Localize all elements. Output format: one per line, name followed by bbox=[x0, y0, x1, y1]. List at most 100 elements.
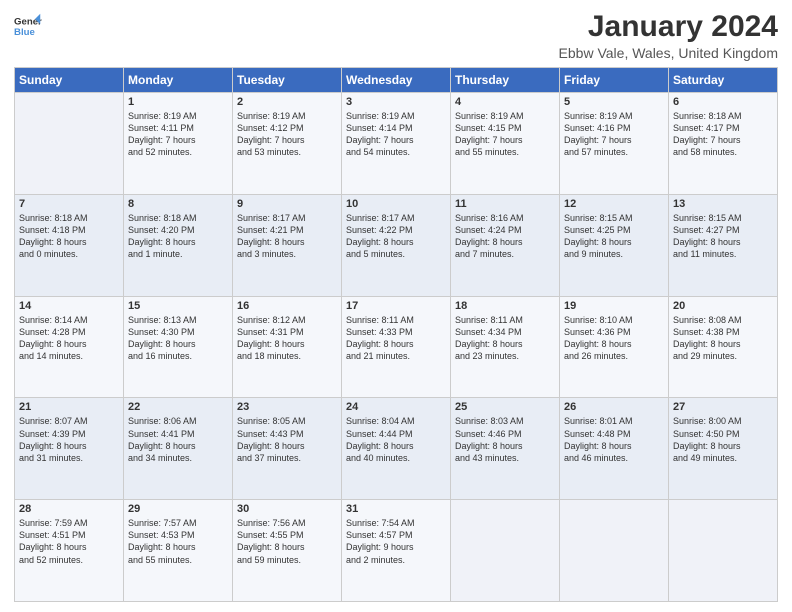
day-number: 29 bbox=[128, 503, 228, 515]
calendar-cell: 18 Sunrise: 8:11 AM Sunset: 4:34 PM Dayli… bbox=[451, 296, 560, 398]
cell-details: Sunrise: 8:08 AM Sunset: 4:38 PM Dayligh… bbox=[673, 314, 773, 363]
cell-details: Sunrise: 8:18 AM Sunset: 4:17 PM Dayligh… bbox=[673, 110, 773, 159]
cell-details: Sunrise: 8:15 AM Sunset: 4:25 PM Dayligh… bbox=[564, 212, 664, 261]
cell-details: Sunrise: 8:12 AM Sunset: 4:31 PM Dayligh… bbox=[237, 314, 337, 363]
cell-details: Sunrise: 8:15 AM Sunset: 4:27 PM Dayligh… bbox=[673, 212, 773, 261]
cell-details: Sunrise: 8:18 AM Sunset: 4:20 PM Dayligh… bbox=[128, 212, 228, 261]
calendar-week-row: 14Sunrise: 8:14 AM Sunset: 4:28 PM Dayli… bbox=[15, 296, 778, 398]
calendar-cell: 19Sunrise: 8:10 AM Sunset: 4:36 PM Dayli… bbox=[560, 296, 669, 398]
title-block: January 2024 Ebbw Vale, Wales, United Ki… bbox=[559, 10, 778, 61]
day-number: 12 bbox=[564, 198, 664, 210]
cell-details: Sunrise: 8:06 AM Sunset: 4:41 PM Dayligh… bbox=[128, 415, 228, 464]
cell-details: Sunrise: 7:56 AM Sunset: 4:55 PM Dayligh… bbox=[237, 517, 337, 566]
cell-details: Sunrise: 8:17 AM Sunset: 4:22 PM Dayligh… bbox=[346, 212, 446, 261]
day-number: 23 bbox=[237, 401, 337, 413]
calendar-cell: 26Sunrise: 8:01 AM Sunset: 4:48 PM Dayli… bbox=[560, 398, 669, 500]
calendar-day-header: Sunday bbox=[15, 68, 124, 93]
logo: General Blue bbox=[14, 10, 42, 40]
cell-details: Sunrise: 7:57 AM Sunset: 4:53 PM Dayligh… bbox=[128, 517, 228, 566]
calendar-cell bbox=[451, 500, 560, 602]
calendar-cell: 28 Sunrise: 7:59 AM Sunset: 4:51 PM Dayli… bbox=[15, 500, 124, 602]
cell-details: Sunrise: 8:19 AM Sunset: 4:15 PM Dayligh… bbox=[455, 110, 555, 159]
calendar-cell: 7 Sunrise: 8:18 AM Sunset: 4:18 PM Daylig… bbox=[15, 194, 124, 296]
day-number: 21 bbox=[19, 401, 119, 413]
calendar-header-row: SundayMondayTuesdayWednesdayThursdayFrid… bbox=[15, 68, 778, 93]
day-number: 4 bbox=[455, 96, 555, 108]
day-number: 5 bbox=[564, 96, 664, 108]
calendar-cell: 25 Sunrise: 8:03 AM Sunset: 4:46 PM Dayli… bbox=[451, 398, 560, 500]
calendar-week-row: 28 Sunrise: 7:59 AM Sunset: 4:51 PM Dayli… bbox=[15, 500, 778, 602]
day-number: 6 bbox=[673, 96, 773, 108]
cell-details: Sunrise: 7:59 AM Sunset: 4:51 PM Dayligh… bbox=[19, 517, 119, 566]
calendar-week-row: 21Sunrise: 8:07 AM Sunset: 4:39 PM Dayli… bbox=[15, 398, 778, 500]
cell-details: Sunrise: 8:16 AM Sunset: 4:24 PM Dayligh… bbox=[455, 212, 555, 261]
cell-details: Sunrise: 8:03 AM Sunset: 4:46 PM Dayligh… bbox=[455, 415, 555, 464]
day-number: 1 bbox=[128, 96, 228, 108]
cell-details: Sunrise: 8:18 AM Sunset: 4:18 PM Dayligh… bbox=[19, 212, 119, 261]
calendar-cell: 2 Sunrise: 8:19 AM Sunset: 4:12 PM Daylig… bbox=[233, 93, 342, 195]
calendar-cell: 4 Sunrise: 8:19 AM Sunset: 4:15 PM Daylig… bbox=[451, 93, 560, 195]
calendar-cell: 15Sunrise: 8:13 AM Sunset: 4:30 PM Dayli… bbox=[124, 296, 233, 398]
day-number: 9 bbox=[237, 198, 337, 210]
calendar-cell: 31 Sunrise: 7:54 AM Sunset: 4:57 PM Dayli… bbox=[342, 500, 451, 602]
main-title: January 2024 bbox=[559, 10, 778, 43]
cell-details: Sunrise: 8:19 AM Sunset: 4:12 PM Dayligh… bbox=[237, 110, 337, 159]
cell-details: Sunrise: 8:05 AM Sunset: 4:43 PM Dayligh… bbox=[237, 415, 337, 464]
calendar-cell: 10 Sunrise: 8:17 AM Sunset: 4:22 PM Dayli… bbox=[342, 194, 451, 296]
calendar-cell: 23 Sunrise: 8:05 AM Sunset: 4:43 PM Dayli… bbox=[233, 398, 342, 500]
calendar-day-header: Wednesday bbox=[342, 68, 451, 93]
calendar-week-row: 1 Sunrise: 8:19 AM Sunset: 4:11 PM Daylig… bbox=[15, 93, 778, 195]
subtitle: Ebbw Vale, Wales, United Kingdom bbox=[559, 45, 778, 61]
day-number: 16 bbox=[237, 300, 337, 312]
cell-details: Sunrise: 8:17 AM Sunset: 4:21 PM Dayligh… bbox=[237, 212, 337, 261]
day-number: 10 bbox=[346, 198, 446, 210]
day-number: 25 bbox=[455, 401, 555, 413]
svg-text:Blue: Blue bbox=[14, 27, 35, 38]
calendar-cell: 21Sunrise: 8:07 AM Sunset: 4:39 PM Dayli… bbox=[15, 398, 124, 500]
calendar-cell: 5Sunrise: 8:19 AM Sunset: 4:16 PM Daylig… bbox=[560, 93, 669, 195]
calendar-cell: 8Sunrise: 8:18 AM Sunset: 4:20 PM Daylig… bbox=[124, 194, 233, 296]
cell-details: Sunrise: 8:11 AM Sunset: 4:34 PM Dayligh… bbox=[455, 314, 555, 363]
day-number: 11 bbox=[455, 198, 555, 210]
calendar: SundayMondayTuesdayWednesdayThursdayFrid… bbox=[14, 67, 778, 602]
calendar-cell bbox=[669, 500, 778, 602]
calendar-cell: 29 Sunrise: 7:57 AM Sunset: 4:53 PM Dayli… bbox=[124, 500, 233, 602]
day-number: 27 bbox=[673, 401, 773, 413]
day-number: 31 bbox=[346, 503, 446, 515]
calendar-day-header: Tuesday bbox=[233, 68, 342, 93]
day-number: 19 bbox=[564, 300, 664, 312]
calendar-cell: 24 Sunrise: 8:04 AM Sunset: 4:44 PM Dayli… bbox=[342, 398, 451, 500]
day-number: 18 bbox=[455, 300, 555, 312]
day-number: 24 bbox=[346, 401, 446, 413]
calendar-day-header: Saturday bbox=[669, 68, 778, 93]
cell-details: Sunrise: 8:19 AM Sunset: 4:11 PM Dayligh… bbox=[128, 110, 228, 159]
day-number: 13 bbox=[673, 198, 773, 210]
day-number: 22 bbox=[128, 401, 228, 413]
cell-details: Sunrise: 8:00 AM Sunset: 4:50 PM Dayligh… bbox=[673, 415, 773, 464]
calendar-cell: 1 Sunrise: 8:19 AM Sunset: 4:11 PM Daylig… bbox=[124, 93, 233, 195]
cell-details: Sunrise: 7:54 AM Sunset: 4:57 PM Dayligh… bbox=[346, 517, 446, 566]
calendar-day-header: Friday bbox=[560, 68, 669, 93]
calendar-cell: 12 Sunrise: 8:15 AM Sunset: 4:25 PM Dayli… bbox=[560, 194, 669, 296]
page: General Blue January 2024 Ebbw Vale, Wal… bbox=[0, 0, 792, 612]
calendar-cell: 30Sunrise: 7:56 AM Sunset: 4:55 PM Dayli… bbox=[233, 500, 342, 602]
calendar-day-header: Monday bbox=[124, 68, 233, 93]
day-number: 14 bbox=[19, 300, 119, 312]
cell-details: Sunrise: 8:04 AM Sunset: 4:44 PM Dayligh… bbox=[346, 415, 446, 464]
calendar-cell: 16 Sunrise: 8:12 AM Sunset: 4:31 PM Dayli… bbox=[233, 296, 342, 398]
day-number: 2 bbox=[237, 96, 337, 108]
calendar-cell: 22 Sunrise: 8:06 AM Sunset: 4:41 PM Dayli… bbox=[124, 398, 233, 500]
calendar-cell: 11 Sunrise: 8:16 AM Sunset: 4:24 PM Dayli… bbox=[451, 194, 560, 296]
calendar-week-row: 7 Sunrise: 8:18 AM Sunset: 4:18 PM Daylig… bbox=[15, 194, 778, 296]
calendar-cell: 27 Sunrise: 8:00 AM Sunset: 4:50 PM Dayli… bbox=[669, 398, 778, 500]
day-number: 17 bbox=[346, 300, 446, 312]
calendar-cell bbox=[560, 500, 669, 602]
day-number: 7 bbox=[19, 198, 119, 210]
day-number: 28 bbox=[19, 503, 119, 515]
calendar-cell bbox=[15, 93, 124, 195]
calendar-cell: 17Sunrise: 8:11 AM Sunset: 4:33 PM Dayli… bbox=[342, 296, 451, 398]
calendar-cell: 13 Sunrise: 8:15 AM Sunset: 4:27 PM Dayli… bbox=[669, 194, 778, 296]
day-number: 15 bbox=[128, 300, 228, 312]
header: General Blue January 2024 Ebbw Vale, Wal… bbox=[14, 10, 778, 61]
calendar-cell: 20Sunrise: 8:08 AM Sunset: 4:38 PM Dayli… bbox=[669, 296, 778, 398]
